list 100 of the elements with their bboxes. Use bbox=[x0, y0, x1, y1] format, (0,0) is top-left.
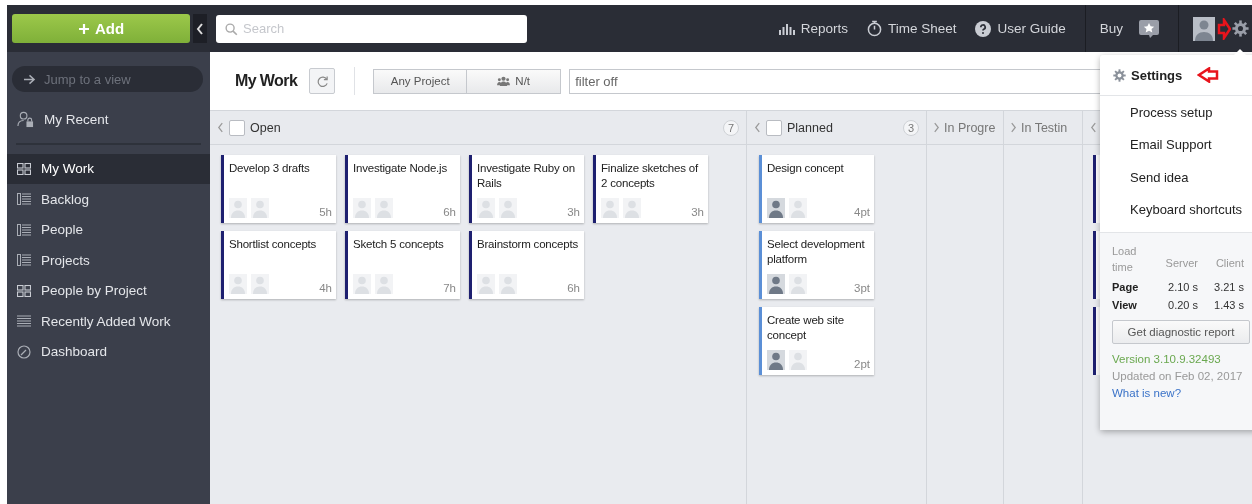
menu-item[interactable]: Email Support bbox=[1100, 128, 1252, 161]
chevron-right-icon[interactable] bbox=[933, 122, 940, 133]
pointer-arrow-icon bbox=[1217, 17, 1231, 40]
estimate: 4h bbox=[319, 282, 332, 294]
table-header: Load time bbox=[1112, 244, 1138, 275]
user-lock-icon bbox=[17, 110, 34, 128]
table-header: Server bbox=[1164, 257, 1199, 271]
count-badge: 3 bbox=[902, 119, 919, 136]
sidebar-item[interactable]: My Work bbox=[7, 153, 210, 184]
star-speech-icon[interactable] bbox=[1138, 18, 1160, 39]
refresh-button[interactable] bbox=[309, 68, 336, 94]
estimate: 6h bbox=[443, 206, 456, 218]
card-title: Shortlist concepts bbox=[229, 237, 318, 252]
task-card[interactable]: Brainstorm concepts 6h bbox=[469, 231, 584, 299]
column-title: In Progre bbox=[944, 120, 996, 135]
task-card[interactable]: Develop 3 drafts 5h bbox=[221, 155, 336, 223]
toolbar-link[interactable]: Reports bbox=[778, 21, 848, 36]
list-icon bbox=[17, 254, 31, 267]
sidebar-item[interactable]: Dashboard bbox=[7, 336, 210, 367]
list-icon bbox=[17, 223, 31, 236]
settings-icon[interactable] bbox=[1232, 20, 1249, 37]
task-card[interactable]: Investigate Ruby on Rails 3h bbox=[469, 155, 584, 223]
estimate: 2pt bbox=[854, 358, 870, 370]
task-card[interactable]: Finalize sketches of 2 concepts 3h bbox=[593, 155, 708, 223]
settings-link[interactable]: Settings bbox=[1131, 67, 1183, 83]
task-card[interactable]: Create web site concept 2pt bbox=[759, 307, 874, 375]
buy-link[interactable]: Buy bbox=[1099, 21, 1123, 36]
task-card[interactable]: Sketch 5 concepts 7h bbox=[345, 231, 460, 299]
table-cell-text: Page bbox=[1112, 281, 1140, 293]
search-icon bbox=[225, 22, 238, 36]
sidebar-item[interactable]: My Recent bbox=[7, 104, 210, 135]
sidebar-item[interactable]: People bbox=[7, 214, 210, 245]
card-title: Create web site concept bbox=[767, 313, 845, 343]
menu-item[interactable]: Send idea bbox=[1100, 161, 1252, 194]
pointer-arrow-icon bbox=[1197, 67, 1220, 83]
table-cell-text: 3.21 s bbox=[1213, 281, 1244, 293]
task-card[interactable]: Shortlist concepts 4h bbox=[221, 231, 336, 299]
team-icon bbox=[497, 75, 511, 87]
column-title: Open bbox=[250, 120, 281, 135]
checkbox[interactable] bbox=[229, 119, 245, 136]
chevron-right-icon[interactable] bbox=[1010, 122, 1017, 133]
task-card[interactable]: Design concept 4pt bbox=[759, 155, 874, 223]
arrow-right-icon bbox=[23, 74, 36, 85]
collapse-button[interactable] bbox=[193, 14, 207, 43]
filter-toggle[interactable]: Any Project bbox=[373, 68, 468, 94]
card-title: Investigate Node.js bbox=[353, 161, 448, 176]
toolbar-link[interactable]: Time Sheet bbox=[866, 20, 957, 37]
estimate: 3pt bbox=[854, 282, 870, 294]
chevron-left-icon[interactable] bbox=[1090, 122, 1097, 133]
estimate: 5h bbox=[319, 206, 332, 218]
filter-toggle[interactable]: N/t bbox=[467, 68, 562, 94]
table-cell-text: View bbox=[1112, 299, 1138, 311]
card-title: Sketch 5 concepts bbox=[353, 237, 445, 252]
table-header: Client bbox=[1214, 257, 1244, 271]
bar-chart-icon bbox=[778, 22, 795, 35]
jump-field[interactable]: Jump to a view bbox=[12, 66, 203, 92]
estimate: 6h bbox=[567, 282, 580, 294]
sidebar-item[interactable]: People by Project bbox=[7, 275, 210, 306]
menu-item[interactable]: Process setup bbox=[1100, 96, 1252, 129]
sidebar-item[interactable]: Backlog bbox=[7, 184, 210, 215]
estimate: 7h bbox=[443, 282, 456, 294]
stopwatch-icon bbox=[866, 20, 882, 37]
estimate: 4pt bbox=[854, 206, 870, 218]
help-icon bbox=[975, 20, 992, 37]
avatar-icon[interactable] bbox=[1193, 16, 1215, 41]
sidebar-item[interactable]: Projects bbox=[7, 245, 210, 276]
sidebar-item[interactable]: Recently Added Work bbox=[7, 306, 210, 337]
checkbox[interactable] bbox=[766, 119, 782, 136]
card-title: Design concept bbox=[767, 161, 845, 176]
count-badge: 7 bbox=[722, 119, 739, 136]
search-field[interactable]: Search bbox=[216, 14, 527, 43]
board-icon bbox=[17, 162, 31, 175]
lines-icon bbox=[17, 315, 31, 328]
board-icon bbox=[17, 284, 31, 297]
chevron-left-icon[interactable] bbox=[217, 122, 224, 133]
diagnostic-report-button[interactable]: Get diagnostic report bbox=[1112, 320, 1250, 344]
table-cell-text: 2.10 s bbox=[1167, 281, 1199, 293]
toolbar-link[interactable]: User Guide bbox=[975, 20, 1066, 37]
whats-new-link[interactable]: What is new? bbox=[1112, 387, 1182, 399]
list-icon bbox=[17, 193, 31, 206]
card-title: Select development platform bbox=[767, 237, 866, 267]
card-title: Finalize sketches of 2 concepts bbox=[601, 161, 700, 191]
card-title: Investigate Ruby on Rails bbox=[477, 161, 576, 191]
menu-item[interactable]: Keyboard shortcuts bbox=[1100, 193, 1252, 226]
card-title: Brainstorm concepts bbox=[477, 237, 580, 252]
estimate: 3h bbox=[567, 206, 580, 218]
settings-icon bbox=[1113, 68, 1126, 82]
chevron-left-icon[interactable] bbox=[754, 122, 761, 133]
view-title: My Work bbox=[235, 72, 298, 90]
plus-icon bbox=[77, 22, 90, 35]
version-text: Version 3.10.9.32493 bbox=[1112, 353, 1222, 365]
task-card[interactable]: Select development platform 3pt bbox=[759, 231, 874, 299]
chevron-left-icon bbox=[196, 22, 204, 35]
card-title: Develop 3 drafts bbox=[229, 161, 311, 176]
table-cell-text: 1.43 s bbox=[1213, 299, 1244, 311]
table-cell-text: 0.20 s bbox=[1167, 299, 1199, 311]
updated-text: Updated on Feb 02, 2017 bbox=[1112, 370, 1244, 382]
gauge-icon bbox=[17, 344, 31, 359]
refresh-icon bbox=[315, 74, 329, 88]
task-card[interactable]: Investigate Node.js 6h bbox=[345, 155, 460, 223]
